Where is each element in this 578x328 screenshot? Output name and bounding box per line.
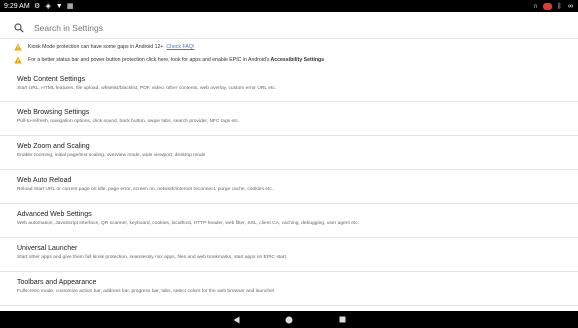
notice-accessibility[interactable]: For a better status bar and power button…: [14, 54, 324, 66]
list-item-title: Web Zoom and Scaling: [17, 143, 90, 150]
recents-icon[interactable]: [338, 315, 347, 324]
grid-icon: ▦: [66, 2, 74, 10]
list-item-subtitle: Pull-to-refresh, navigation options, cli…: [17, 119, 240, 124]
list-item-title: Advanced Web Settings: [17, 211, 92, 218]
notification-icon: ▼: [55, 2, 63, 10]
status-time: 9:29 AM: [4, 2, 30, 10]
list-item-web-browsing-settings[interactable]: Web Browsing Settings Pull-to-refresh, n…: [0, 103, 578, 136]
headset-icon: ∩: [532, 2, 539, 10]
bluetooth-icon: ᛒ: [557, 2, 562, 10]
list-item-title: Toolbars and Appearance: [17, 279, 97, 286]
status-bar-right: ∩ ᛒ ∞: [532, 2, 574, 10]
notice-text: Kiosk Mode protection can have some gaps…: [28, 44, 164, 50]
search-icon: [14, 22, 24, 33]
faq-link[interactable]: Check FAQ!: [166, 44, 194, 50]
list-item-subtitle: Web automation, JavaScript interface, QR…: [17, 221, 360, 226]
warning-icon: [14, 43, 22, 51]
search-bar[interactable]: Search in Settings: [0, 17, 578, 39]
list-item-web-auto-reload[interactable]: Web Auto Reload Reload Start URL or curr…: [0, 171, 578, 204]
list-item-title: Web Content Settings: [17, 76, 85, 83]
home-icon[interactable]: [285, 315, 294, 324]
list-item-title: Web Browsing Settings: [17, 109, 90, 116]
status-bar: 9:29 AM ⚙ ◈ ▼ ▦ ∩ ᛒ ∞: [0, 0, 578, 12]
warning-icon: [14, 56, 22, 64]
list-item-subtitle: Start URL, HTML features, file upload, w…: [17, 86, 277, 91]
recording-badge: [543, 2, 552, 10]
list-item-subtitle: Fullscreen mode, customize action bar, a…: [17, 289, 275, 294]
list-item-subtitle: Start other apps and give them full kios…: [17, 255, 288, 260]
settings-icon: ⚙: [34, 2, 41, 10]
list-item-title: Universal Launcher: [17, 245, 78, 252]
list-item-toolbars-and-appearance[interactable]: Toolbars and Appearance Fullscreen mode,…: [0, 273, 578, 306]
accessibility-settings-label: Accessibility Settings: [270, 57, 325, 63]
shield-icon: ◈: [45, 2, 51, 10]
search-input[interactable]: Search in Settings: [34, 23, 103, 33]
list-item-universal-launcher[interactable]: Universal Launcher Start other apps and …: [0, 239, 578, 272]
list-item-subtitle: Enable zooming, initial page/text scalin…: [17, 153, 206, 158]
back-icon[interactable]: [232, 315, 241, 324]
notice-android12: Kiosk Mode protection can have some gaps…: [14, 41, 194, 53]
list-item-web-zoom-and-scaling[interactable]: Web Zoom and Scaling Enable zooming, ini…: [0, 137, 578, 170]
list-item-advanced-web-settings[interactable]: Advanced Web Settings Web automation, Ja…: [0, 205, 578, 238]
navigation-bar: [0, 311, 578, 328]
notice-text: For a better status bar and power button…: [28, 57, 270, 63]
list-item-title: Web Auto Reload: [17, 177, 72, 184]
list-item-subtitle: Reload Start URL or current page on idle…: [17, 187, 274, 192]
list-item-web-content-settings[interactable]: Web Content Settings Start URL, HTML fea…: [0, 72, 578, 102]
link-icon: ∞: [568, 2, 573, 10]
status-bar-left: 9:29 AM ⚙ ◈ ▼ ▦: [4, 3, 74, 10]
